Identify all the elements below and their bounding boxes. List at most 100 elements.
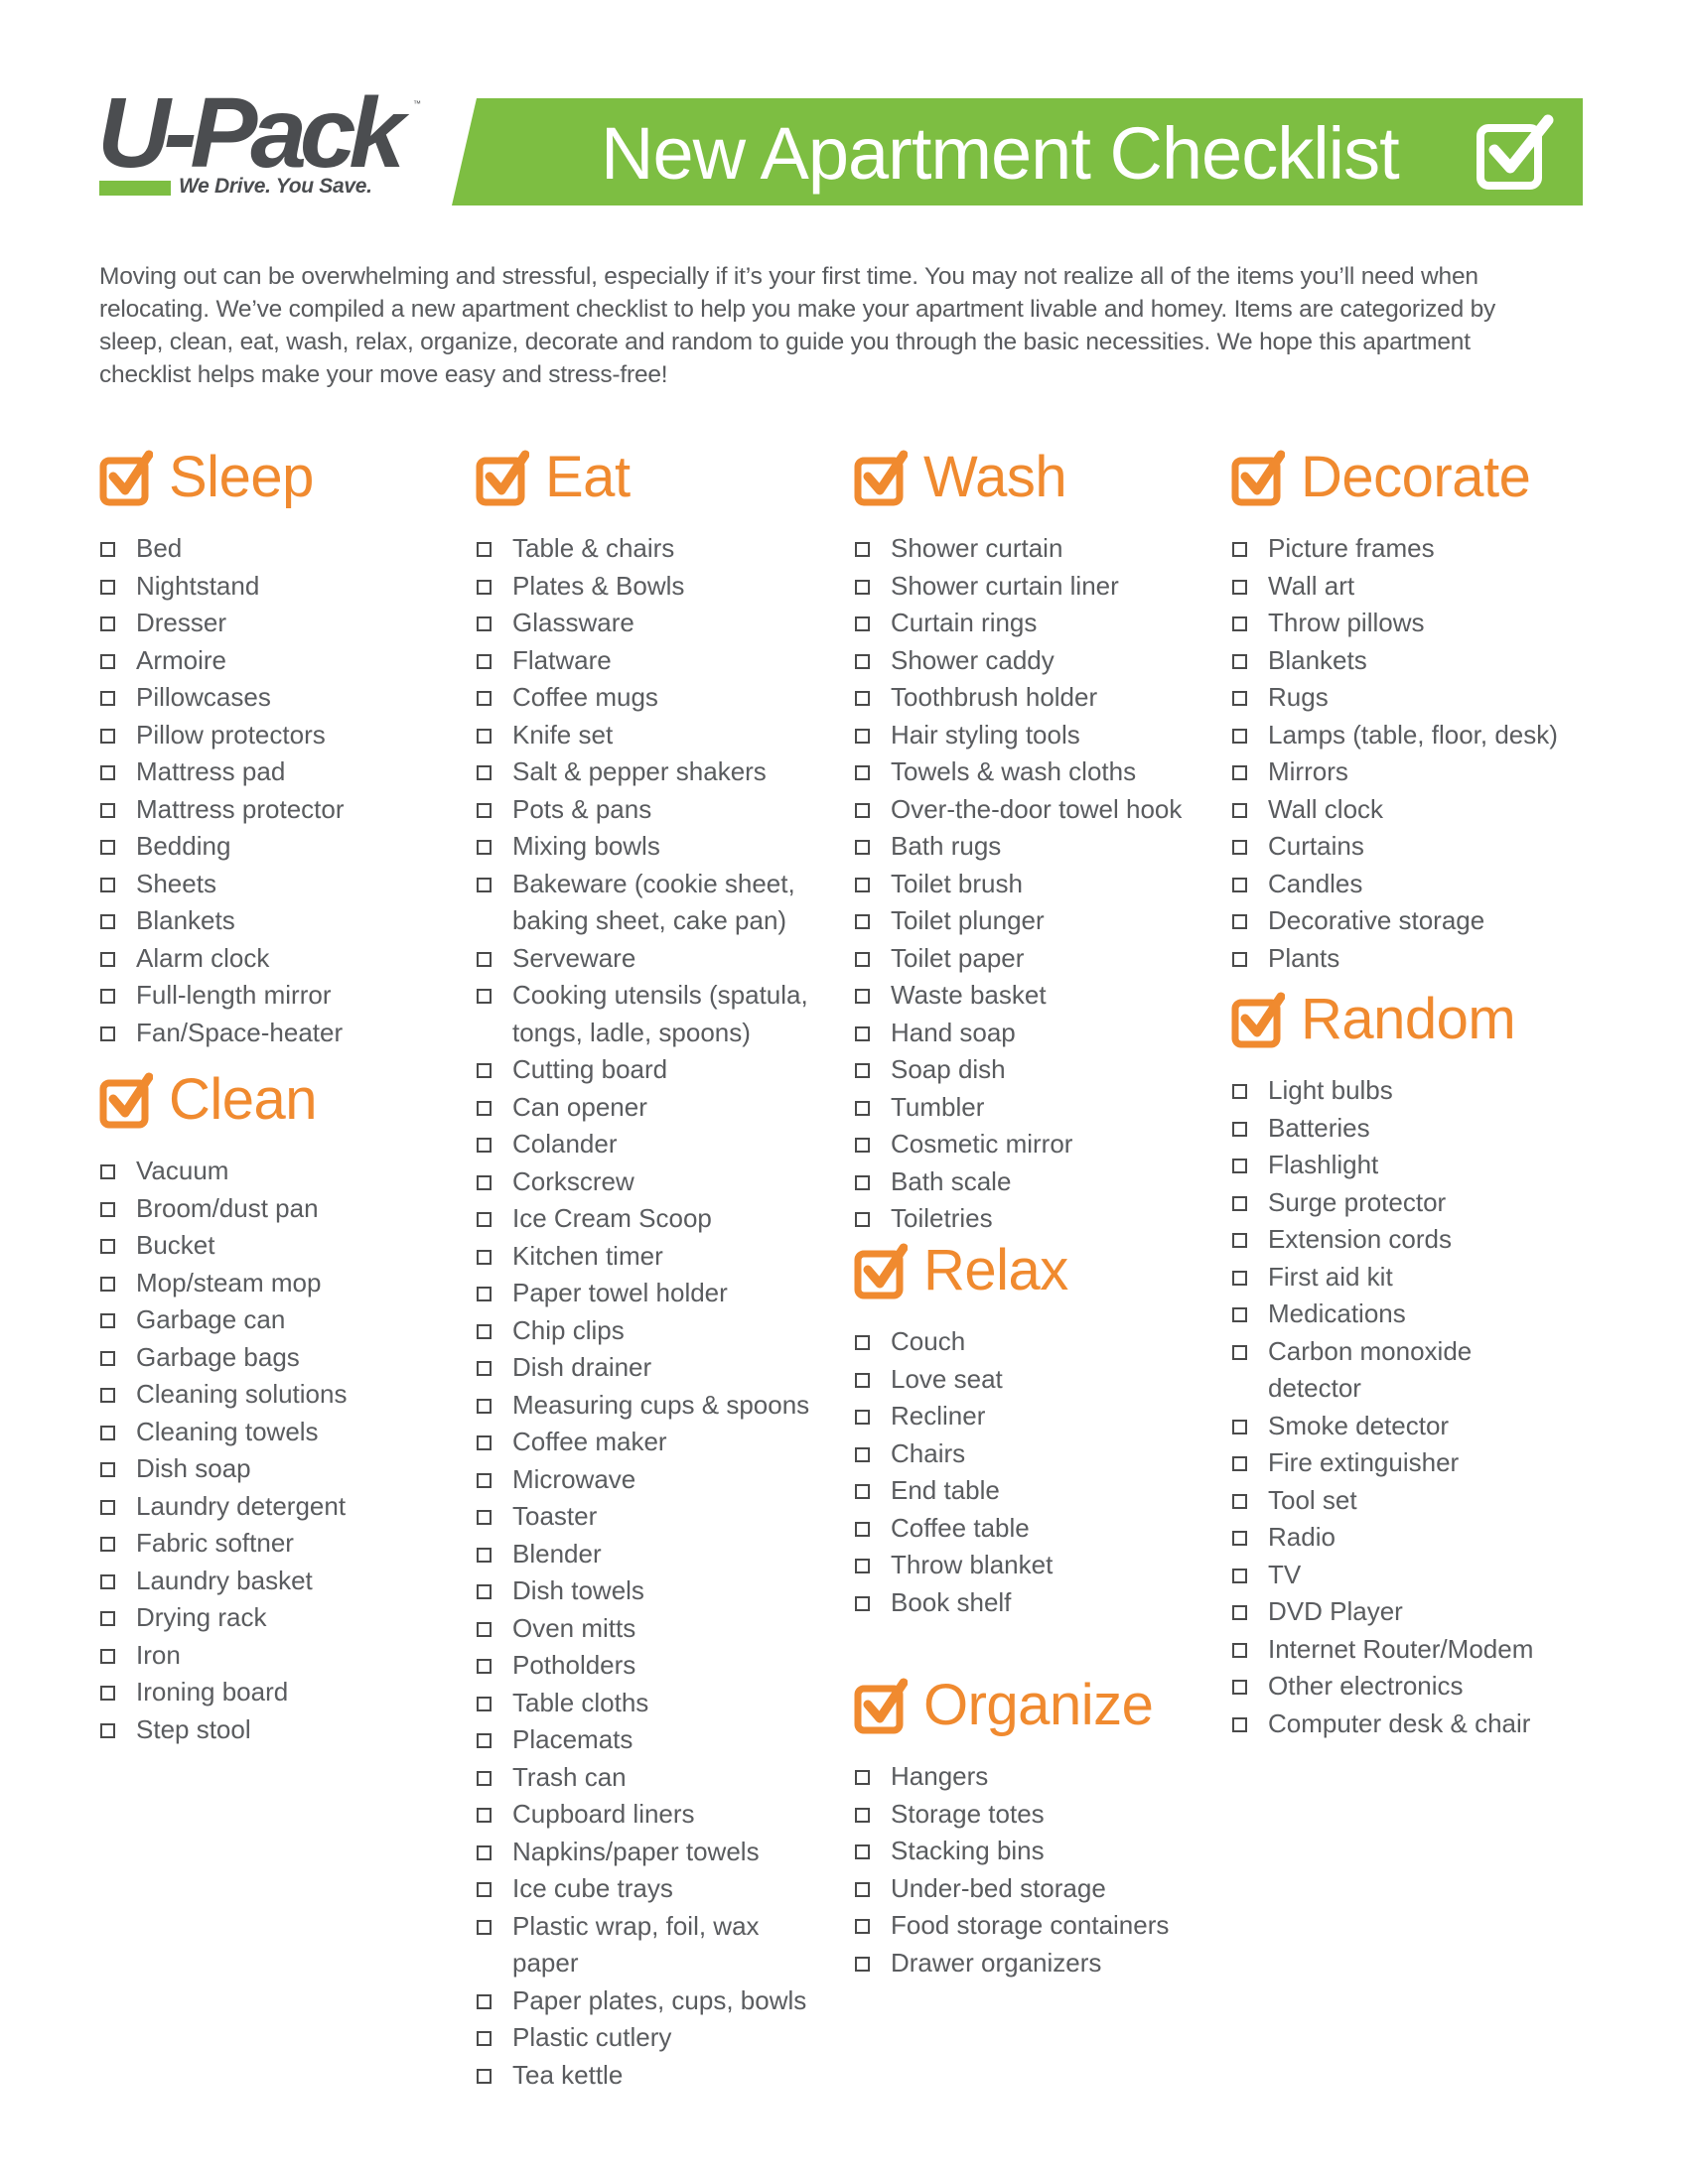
checkbox[interactable] bbox=[855, 1956, 870, 1972]
checkbox[interactable] bbox=[855, 765, 870, 780]
checkbox[interactable] bbox=[1232, 1531, 1247, 1546]
checkbox[interactable] bbox=[855, 1881, 870, 1897]
checkbox[interactable] bbox=[477, 802, 492, 818]
checkbox[interactable] bbox=[100, 1025, 115, 1041]
checkbox[interactable] bbox=[477, 616, 492, 631]
checkbox[interactable] bbox=[477, 1063, 492, 1078]
checkbox[interactable] bbox=[855, 1919, 870, 1934]
checkbox[interactable] bbox=[855, 1174, 870, 1190]
checkbox[interactable] bbox=[855, 1212, 870, 1227]
checkbox[interactable] bbox=[100, 1537, 115, 1552]
checkbox[interactable] bbox=[855, 1521, 870, 1537]
checkbox[interactable] bbox=[477, 691, 492, 706]
checkbox[interactable] bbox=[855, 877, 870, 892]
checkbox[interactable] bbox=[477, 1993, 492, 2009]
checkbox[interactable] bbox=[100, 1462, 115, 1477]
checkbox[interactable] bbox=[855, 840, 870, 855]
checkbox[interactable] bbox=[477, 1808, 492, 1823]
checkbox[interactable] bbox=[1232, 1159, 1247, 1173]
checkbox[interactable] bbox=[477, 653, 492, 669]
checkbox[interactable] bbox=[100, 877, 115, 892]
checkbox[interactable] bbox=[100, 616, 115, 631]
checkbox[interactable] bbox=[855, 653, 870, 669]
checkbox[interactable] bbox=[1232, 877, 1247, 892]
checkbox[interactable] bbox=[477, 1138, 492, 1153]
checkbox[interactable] bbox=[1232, 1605, 1247, 1620]
checkbox[interactable] bbox=[855, 728, 870, 744]
checkbox[interactable] bbox=[1232, 1680, 1247, 1695]
checkbox[interactable] bbox=[477, 1696, 492, 1711]
checkbox[interactable] bbox=[1232, 542, 1247, 557]
checkbox[interactable] bbox=[1232, 1307, 1247, 1322]
checkbox[interactable] bbox=[855, 802, 870, 818]
checkbox[interactable] bbox=[100, 653, 115, 669]
checkbox[interactable] bbox=[855, 1595, 870, 1611]
checkbox[interactable] bbox=[100, 1648, 115, 1664]
checkbox[interactable] bbox=[477, 1547, 492, 1563]
checkbox[interactable] bbox=[1232, 1121, 1247, 1137]
checkbox[interactable] bbox=[855, 1100, 870, 1116]
checkbox[interactable] bbox=[477, 1770, 492, 1786]
checkbox[interactable] bbox=[477, 2068, 492, 2084]
checkbox[interactable] bbox=[477, 1882, 492, 1897]
checkbox[interactable] bbox=[477, 765, 492, 780]
checkbox[interactable] bbox=[855, 1559, 870, 1573]
checkbox[interactable] bbox=[855, 691, 870, 706]
checkbox[interactable] bbox=[477, 877, 492, 892]
checkbox[interactable] bbox=[477, 1659, 492, 1674]
checkbox[interactable] bbox=[1232, 914, 1247, 929]
checkbox[interactable] bbox=[100, 1573, 115, 1589]
checkbox[interactable] bbox=[855, 1372, 870, 1388]
checkbox[interactable] bbox=[477, 1287, 492, 1301]
checkbox[interactable] bbox=[477, 951, 492, 967]
checkbox[interactable] bbox=[477, 1621, 492, 1637]
checkbox[interactable] bbox=[1232, 802, 1247, 818]
checkbox[interactable] bbox=[1232, 1493, 1247, 1509]
checkbox[interactable] bbox=[477, 840, 492, 855]
checkbox[interactable] bbox=[1232, 951, 1247, 967]
checkbox[interactable] bbox=[100, 1686, 115, 1701]
checkbox[interactable] bbox=[477, 1510, 492, 1525]
checkbox[interactable] bbox=[100, 914, 115, 929]
checkbox[interactable] bbox=[1232, 1344, 1247, 1360]
checkbox[interactable] bbox=[100, 840, 115, 855]
checkbox[interactable] bbox=[1232, 1270, 1247, 1286]
checkbox[interactable] bbox=[855, 1138, 870, 1153]
checkbox[interactable] bbox=[1232, 1084, 1247, 1099]
checkbox[interactable] bbox=[855, 616, 870, 631]
checkbox[interactable] bbox=[100, 1499, 115, 1515]
checkbox[interactable] bbox=[855, 579, 870, 595]
checkbox[interactable] bbox=[855, 1484, 870, 1499]
checkbox[interactable] bbox=[477, 1733, 492, 1748]
checkbox[interactable] bbox=[855, 951, 870, 967]
checkbox[interactable] bbox=[100, 1350, 115, 1366]
checkbox[interactable] bbox=[100, 802, 115, 818]
checkbox[interactable] bbox=[100, 542, 115, 557]
checkbox[interactable] bbox=[477, 1212, 492, 1227]
checkbox[interactable] bbox=[1232, 1195, 1247, 1211]
checkbox[interactable] bbox=[477, 1844, 492, 1860]
checkbox[interactable] bbox=[855, 914, 870, 929]
checkbox[interactable] bbox=[100, 1388, 115, 1403]
checkbox[interactable] bbox=[100, 1611, 115, 1626]
checkbox[interactable] bbox=[1232, 653, 1247, 669]
checkbox[interactable] bbox=[477, 1398, 492, 1414]
checkbox[interactable] bbox=[100, 579, 115, 595]
checkbox[interactable] bbox=[855, 1335, 870, 1350]
checkbox[interactable] bbox=[1232, 1419, 1247, 1434]
checkbox[interactable] bbox=[855, 989, 870, 1004]
checkbox[interactable] bbox=[100, 1722, 115, 1738]
checkbox[interactable] bbox=[477, 2031, 492, 2046]
checkbox[interactable] bbox=[100, 1201, 115, 1217]
checkbox[interactable] bbox=[855, 1063, 870, 1078]
checkbox[interactable] bbox=[1232, 1716, 1247, 1732]
checkbox[interactable] bbox=[477, 1919, 492, 1935]
checkbox[interactable] bbox=[477, 1472, 492, 1488]
checkbox[interactable] bbox=[100, 989, 115, 1004]
checkbox[interactable] bbox=[100, 1425, 115, 1440]
checkbox[interactable] bbox=[855, 1770, 870, 1785]
checkbox[interactable] bbox=[477, 542, 492, 557]
checkbox[interactable] bbox=[477, 989, 492, 1004]
checkbox[interactable] bbox=[1232, 1456, 1247, 1471]
checkbox[interactable] bbox=[855, 1025, 870, 1041]
